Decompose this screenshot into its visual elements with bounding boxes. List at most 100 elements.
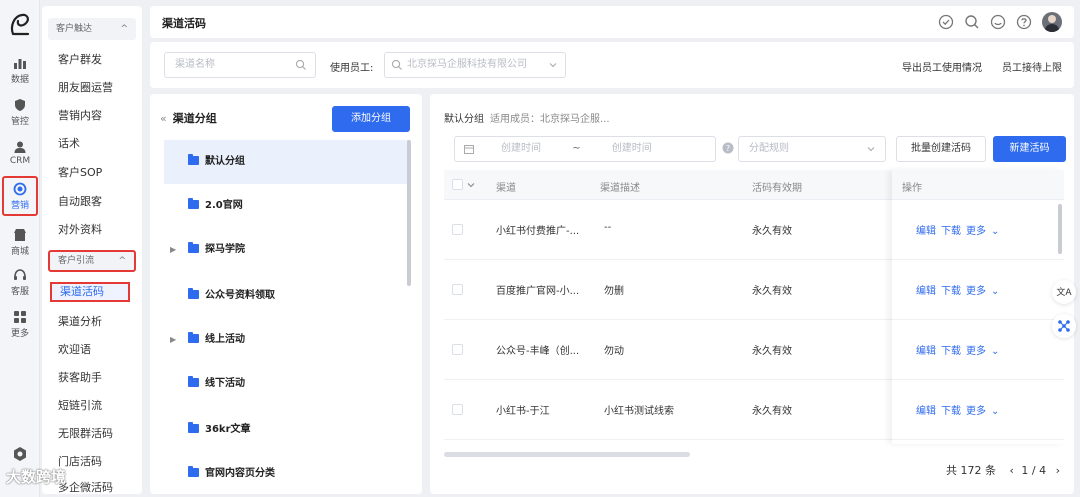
caret-right-icon[interactable]: ▶ [170, 228, 176, 272]
row-checkbox[interactable] [452, 344, 463, 355]
table-vertical-scrollbar[interactable] [1058, 204, 1062, 254]
row-checkbox[interactable] [452, 404, 463, 415]
download-link[interactable]: 下载 [941, 286, 961, 297]
row-actions: 编辑 下载 更多 ⌄ [916, 282, 1004, 297]
table-horizontal-scrollbar[interactable] [444, 452, 690, 457]
next-page-button[interactable]: › [1056, 464, 1060, 477]
sidebar-item-short-link[interactable]: 短链引流 [58, 396, 102, 416]
caret-right-icon[interactable]: ▶ [170, 318, 176, 362]
download-link[interactable]: 下载 [941, 406, 961, 417]
row-checkbox[interactable] [452, 284, 463, 295]
more-dropdown[interactable]: 更多 [966, 406, 986, 417]
cell-validity: 永久有效 [752, 346, 792, 357]
more-dropdown[interactable]: 更多 [966, 286, 986, 297]
secondary-sidebar: 客户触达 ^ 客户群发 朋友圈运营 营销内容 话术 客户SOP 自动跟客 对外资… [42, 6, 142, 494]
sidebar-item-channel-code[interactable]: 渠道活码 [50, 282, 130, 302]
watermark: 大数跨境 [6, 468, 67, 486]
more-dropdown[interactable]: 更多 [966, 346, 986, 357]
sidebar-item-external-docs[interactable]: 对外资料 [58, 220, 102, 240]
translate-icon: 文A [1056, 288, 1072, 298]
header-actions [938, 12, 1062, 32]
row-checkbox[interactable] [452, 224, 463, 235]
app-logo[interactable] [8, 12, 32, 38]
new-code-button[interactable]: 新建活码 [993, 136, 1066, 162]
download-link[interactable]: 下载 [941, 226, 961, 237]
distribution-rule-select[interactable]: 分配规则 [738, 136, 886, 162]
sidebar-item-mass-send[interactable]: 客户群发 [58, 50, 102, 70]
rail-item-crm[interactable]: CRM [2, 136, 38, 176]
reception-limit-link[interactable]: 员工接待上限 [1002, 59, 1062, 74]
sidebar-item-unlimited-group[interactable]: 无限群活码 [58, 424, 113, 444]
group-item-default[interactable]: 默认分组 [164, 140, 410, 184]
created-time-range[interactable]: 创建时间 ~ 创建时间 [454, 136, 716, 162]
sidebar-item-auto-follow[interactable]: 自动跟客 [58, 192, 102, 212]
sidebar-item-acquire-helper[interactable]: 获客助手 [58, 368, 102, 388]
group-item-academy[interactable]: ▶ 探马学院 [164, 228, 410, 272]
target-icon [13, 182, 27, 196]
group-scrollbar[interactable] [407, 140, 411, 286]
help-icon[interactable] [1016, 14, 1032, 30]
batch-create-button[interactable]: 批量创建活码 [896, 136, 986, 162]
sidebar-item-moments[interactable]: 朋友圈运营 [58, 78, 113, 98]
sidebar-item-content[interactable]: 营销内容 [58, 106, 102, 126]
group-item-web-content[interactable]: 官网内容页分类 [164, 452, 410, 494]
group-item-website[interactable]: 2.0官网 [164, 184, 410, 228]
sidebar-item-sop[interactable]: 客户SOP [58, 163, 102, 183]
channel-name-input[interactable]: 渠道名称 [164, 52, 316, 78]
settings-gear-icon[interactable] [12, 446, 28, 462]
add-group-button[interactable]: 添加分组 [332, 106, 410, 132]
edit-link[interactable]: 编辑 [916, 346, 936, 357]
group-item-online[interactable]: ▶ 线上活动 [164, 318, 410, 362]
employee-select[interactable]: 北京探马企服科技有限公司 [384, 52, 566, 78]
cell-description: 勿动 [604, 346, 624, 357]
export-usage-link[interactable]: 导出员工使用情况 [902, 59, 982, 74]
shield-icon [15, 99, 25, 111]
prev-page-button[interactable]: ‹ [1009, 464, 1013, 477]
chevron-down-icon: ⌄ [991, 406, 1000, 417]
edit-link[interactable]: 编辑 [916, 226, 936, 237]
group-item-36kr[interactable]: 36kr文章 [164, 408, 410, 452]
collapse-double-left-icon[interactable]: « [160, 112, 167, 125]
more-dropdown[interactable]: 更多 [966, 226, 986, 237]
translate-float-button[interactable]: 文A [1052, 280, 1076, 304]
rail-item-control[interactable]: 管控 [2, 94, 38, 134]
rail-item-service[interactable]: 客服 [2, 264, 38, 304]
chevron-down-icon: ⌄ [991, 286, 1000, 297]
sidebar-item-scripts[interactable]: 话术 [58, 134, 80, 154]
sidebar-item-welcome[interactable]: 欢迎语 [58, 340, 91, 360]
cell-channel: 小红书-于江 [496, 406, 550, 417]
page-indicator: 1 / 4 [1021, 464, 1047, 477]
rail-item-shop[interactable]: 商城 [2, 224, 38, 264]
assistant-float-button[interactable] [1052, 314, 1076, 338]
rail-item-data[interactable]: 数据 [2, 52, 38, 92]
group-item-offline[interactable]: 线下活动 [164, 362, 410, 406]
folder-icon [188, 466, 199, 477]
sidebar-item-channel-analysis[interactable]: 渠道分析 [58, 312, 102, 332]
search-icon[interactable] [964, 14, 980, 30]
rail-item-marketing[interactable]: 营销 [2, 176, 38, 216]
chevron-down-icon[interactable] [466, 180, 476, 190]
svg-text:?: ? [726, 144, 730, 153]
sidebar-group-reach[interactable]: 客户触达 ^ [48, 18, 136, 40]
rail-item-more[interactable]: 更多 [2, 306, 38, 346]
edit-link[interactable]: 编辑 [916, 406, 936, 417]
group-item-wechat-docs[interactable]: 公众号资料领取 [164, 274, 410, 318]
shop-icon [14, 229, 26, 241]
help-icon[interactable]: ? [722, 142, 734, 154]
edit-link[interactable]: 编辑 [916, 286, 936, 297]
chevron-down-icon: ⌄ [991, 226, 1000, 237]
sidebar-item-multi-wecom[interactable]: 多企微活码 [58, 478, 113, 494]
channel-group-panel: «渠道分组 添加分组 默认分组 2.0官网 ▶ 探马学院 公众号资料领取 ▶ 线… [150, 94, 422, 494]
folder-icon [188, 242, 199, 253]
app-rail: 数据 管控 CRM 营销 商城 客服 更多 [0, 0, 40, 497]
sidebar-group-acquisition[interactable]: 客户引流 ^ [48, 250, 136, 272]
avatar[interactable] [1042, 12, 1062, 32]
table-row: 小红书-于江 小红书测试线索 永久有效 编辑 下载 更多 ⌄ [444, 380, 1064, 440]
chevron-up-icon: ^ [120, 24, 128, 34]
check-circle-icon[interactable] [938, 14, 954, 30]
chevron-down-icon [549, 63, 557, 68]
message-icon[interactable] [990, 14, 1006, 30]
page-title: 渠道活码 [162, 17, 206, 30]
download-link[interactable]: 下载 [941, 346, 961, 357]
select-all-checkbox[interactable] [452, 179, 463, 190]
